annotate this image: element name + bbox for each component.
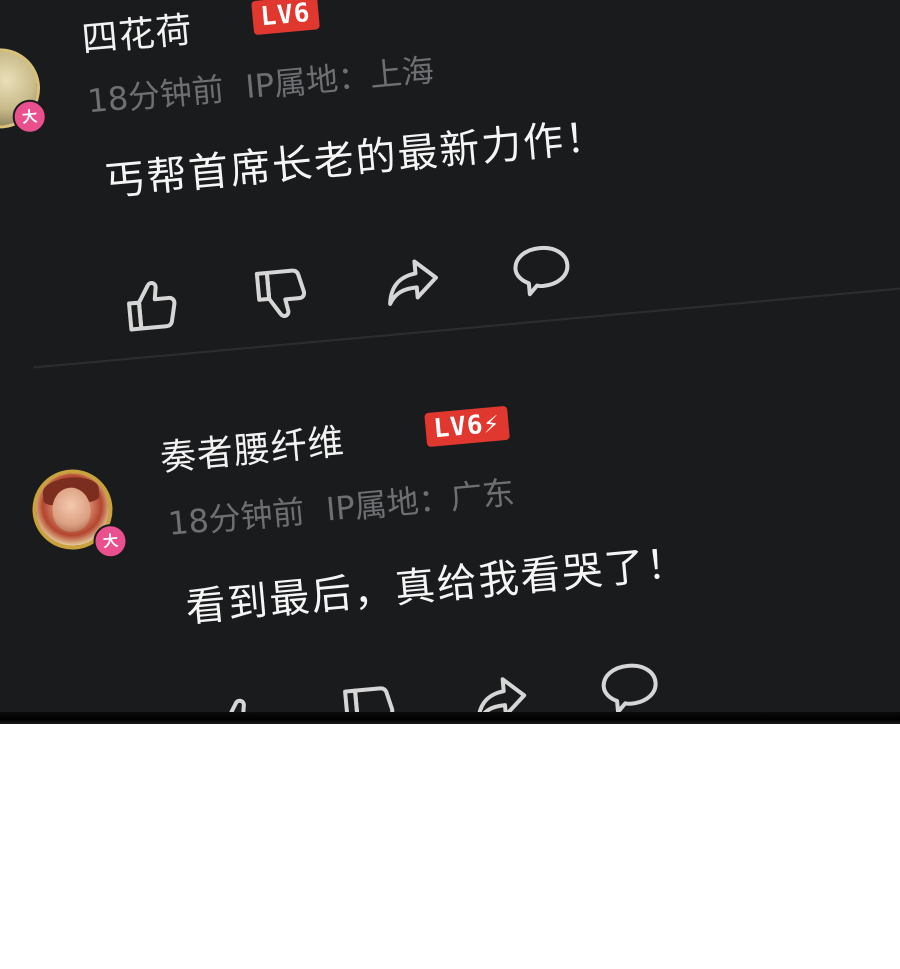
reply-button[interactable] bbox=[597, 655, 662, 720]
comment-screen: 大 四花荷 LV6 18分钟前 IP属地：上海 丐帮首席长老的最新力作！ 大 奏… bbox=[0, 0, 900, 722]
comment-time: 18分钟前 bbox=[166, 492, 307, 543]
dislike-icon bbox=[254, 268, 307, 318]
avatar[interactable]: 大 bbox=[0, 44, 49, 136]
share-button[interactable] bbox=[380, 249, 445, 314]
avatar[interactable]: 大 bbox=[29, 466, 129, 560]
comment-text: 看到最后，真给我看哭了！ bbox=[183, 540, 690, 632]
like-icon bbox=[127, 281, 177, 332]
comment-item: 大 四花荷 LV6 18分钟前 IP属地：上海 丐帮首席长老的最新力作！ bbox=[0, 0, 900, 369]
ip-location: IP属地：上海 bbox=[243, 51, 436, 107]
dislike-button[interactable] bbox=[250, 261, 315, 326]
username[interactable]: 四花荷 bbox=[79, 1, 194, 63]
vip-badge: 大 bbox=[11, 98, 49, 136]
comment-time: 18分钟前 bbox=[85, 70, 226, 121]
reply-icon bbox=[601, 663, 658, 714]
level-badge: LV6 bbox=[251, 0, 320, 36]
comment-meta: 18分钟前 IP属地：广东 bbox=[166, 466, 538, 545]
comment-text: 丐帮首席长老的最新力作！ bbox=[102, 113, 609, 206]
comment-list: 大 四花荷 LV6 18分钟前 IP属地：上海 丐帮首席长老的最新力作！ 大 奏… bbox=[0, 0, 900, 722]
comment-item: 大 奏者腰纤维 LV6⚡ 18分钟前 IP属地：广东 看到最后，真给我看哭了！ bbox=[29, 321, 900, 722]
reply-button[interactable] bbox=[509, 237, 574, 302]
username[interactable]: 奏者腰纤维 bbox=[158, 413, 347, 482]
level-badge: LV6⚡ bbox=[424, 405, 510, 448]
reply-icon bbox=[513, 245, 570, 297]
ip-location: IP属地：广东 bbox=[324, 473, 516, 529]
comment-actions bbox=[121, 245, 570, 338]
share-icon bbox=[388, 259, 438, 306]
screen-bottom-edge bbox=[0, 712, 900, 724]
vip-badge: 大 bbox=[92, 522, 129, 560]
like-button[interactable] bbox=[121, 273, 186, 338]
